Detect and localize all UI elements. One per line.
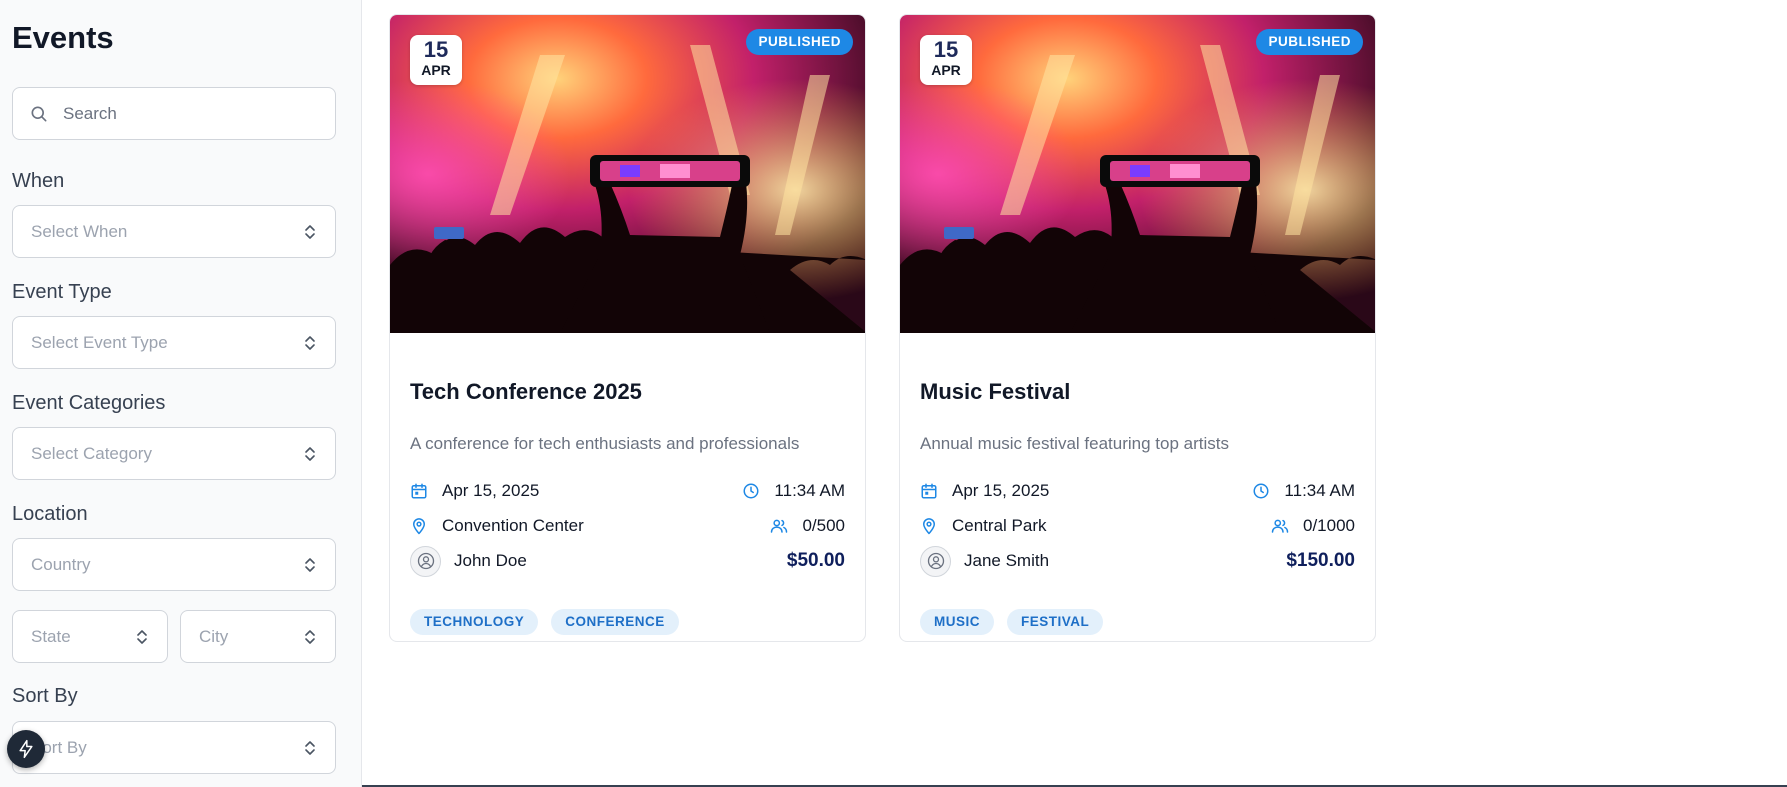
location-label: Location — [12, 503, 88, 525]
event-venue: Convention Center — [442, 516, 584, 535]
users-icon — [1271, 519, 1289, 533]
event-price: $50.00 — [786, 550, 845, 571]
event-time: 11:34 AM — [774, 481, 845, 500]
event-capacity: 0/1000 — [1303, 516, 1355, 535]
search-box[interactable] — [12, 87, 336, 140]
when-select[interactable]: Select When — [12, 205, 336, 258]
chevron-up-down-icon — [305, 629, 315, 644]
event-card[interactable]: 15 APR PUBLISHED Music Festival Annual m… — [899, 14, 1376, 642]
avatar — [410, 545, 441, 577]
city-select-value: City — [199, 626, 229, 646]
quick-action-button[interactable] — [7, 730, 45, 768]
sort-by-select[interactable]: Sort By — [12, 721, 336, 774]
state-select[interactable]: State — [12, 610, 168, 663]
category-tag[interactable]: MUSIC — [920, 609, 994, 635]
when-select-value: Select When — [31, 221, 128, 241]
users-icon — [771, 519, 788, 533]
event-time: 11:34 AM — [1284, 481, 1355, 500]
category-tag[interactable]: TECHNOLOGY — [410, 609, 539, 635]
event-description: Annual music festival featuring top arti… — [920, 434, 1229, 453]
category-select-value: Select Category — [31, 443, 152, 463]
event-venue: Central Park — [952, 516, 1047, 535]
organizer-name: Jane Smith — [964, 551, 1050, 570]
user-circle-icon — [417, 552, 434, 570]
chevron-up-down-icon — [305, 557, 315, 572]
status-badge: PUBLISHED — [1256, 29, 1363, 55]
event-day: 15 — [933, 37, 959, 62]
calendar-icon — [921, 483, 937, 499]
organizer-row: Jane Smith $150.00 — [920, 545, 1355, 577]
event-month: APR — [421, 62, 451, 78]
event-day: 15 — [423, 37, 449, 62]
when-label: When — [12, 170, 65, 192]
tag-list: TECHNOLOGY CONFERENCE — [410, 609, 679, 635]
avatar — [920, 545, 951, 577]
search-icon — [31, 106, 47, 121]
city-select[interactable]: City — [180, 610, 336, 663]
calendar-icon — [411, 483, 427, 499]
clock-icon — [1253, 483, 1269, 499]
event-type-select-value: Select Event Type — [31, 332, 168, 352]
category-tag[interactable]: CONFERENCE — [551, 609, 679, 635]
organizer-name: John Doe — [454, 551, 527, 570]
organizer-row: John Doe $50.00 — [410, 545, 845, 577]
event-venue-capacity-row: Central Park 0/1000 — [920, 514, 1355, 538]
country-select[interactable]: Country — [12, 538, 336, 591]
event-date-badge: 15 APR — [920, 35, 972, 85]
event-card[interactable]: 15 APR PUBLISHED Tech Conference 2025 A … — [389, 14, 866, 642]
status-badge: PUBLISHED — [746, 29, 853, 55]
filter-sidebar: Events When Select When Event Type Selec… — [0, 0, 362, 787]
state-select-value: State — [31, 626, 71, 646]
search-input[interactable] — [63, 103, 313, 124]
sort-by-label: Sort By — [12, 685, 78, 707]
lightning-bolt-icon — [19, 739, 33, 759]
event-image: 15 APR PUBLISHED — [390, 15, 865, 333]
event-image: 15 APR PUBLISHED — [900, 15, 1375, 333]
tag-list: MUSIC FESTIVAL — [920, 609, 1104, 635]
event-description: A conference for tech enthusiasts and pr… — [410, 434, 800, 453]
chevron-up-down-icon — [305, 224, 315, 239]
event-month: APR — [931, 62, 961, 78]
clock-icon — [743, 483, 759, 499]
event-price: $150.00 — [1286, 550, 1355, 571]
event-date-time-row: Apr 15, 2025 11:34 AM — [920, 479, 1355, 503]
page-title: Events — [12, 20, 114, 55]
chevron-up-down-icon — [137, 629, 147, 644]
chevron-up-down-icon — [305, 446, 315, 461]
event-date-time-row: Apr 15, 2025 11:34 AM — [410, 479, 845, 503]
location-pin-icon — [923, 518, 935, 535]
event-capacity: 0/500 — [802, 516, 845, 535]
category-select[interactable]: Select Category — [12, 427, 336, 480]
event-type-select[interactable]: Select Event Type — [12, 316, 336, 369]
country-select-value: Country — [31, 554, 91, 574]
category-tag[interactable]: FESTIVAL — [1007, 609, 1104, 635]
location-pin-icon — [413, 518, 425, 535]
event-venue-capacity-row: Convention Center 0/500 — [410, 514, 845, 538]
event-title[interactable]: Tech Conference 2025 — [410, 379, 642, 405]
event-title[interactable]: Music Festival — [920, 379, 1070, 405]
chevron-up-down-icon — [305, 335, 315, 350]
event-type-label: Event Type — [12, 281, 112, 303]
user-circle-icon — [927, 552, 944, 570]
event-date-badge: 15 APR — [410, 35, 462, 85]
event-date: Apr 15, 2025 — [442, 481, 540, 500]
event-categories-label: Event Categories — [12, 392, 166, 414]
chevron-up-down-icon — [305, 740, 315, 755]
event-date: Apr 15, 2025 — [952, 481, 1050, 500]
